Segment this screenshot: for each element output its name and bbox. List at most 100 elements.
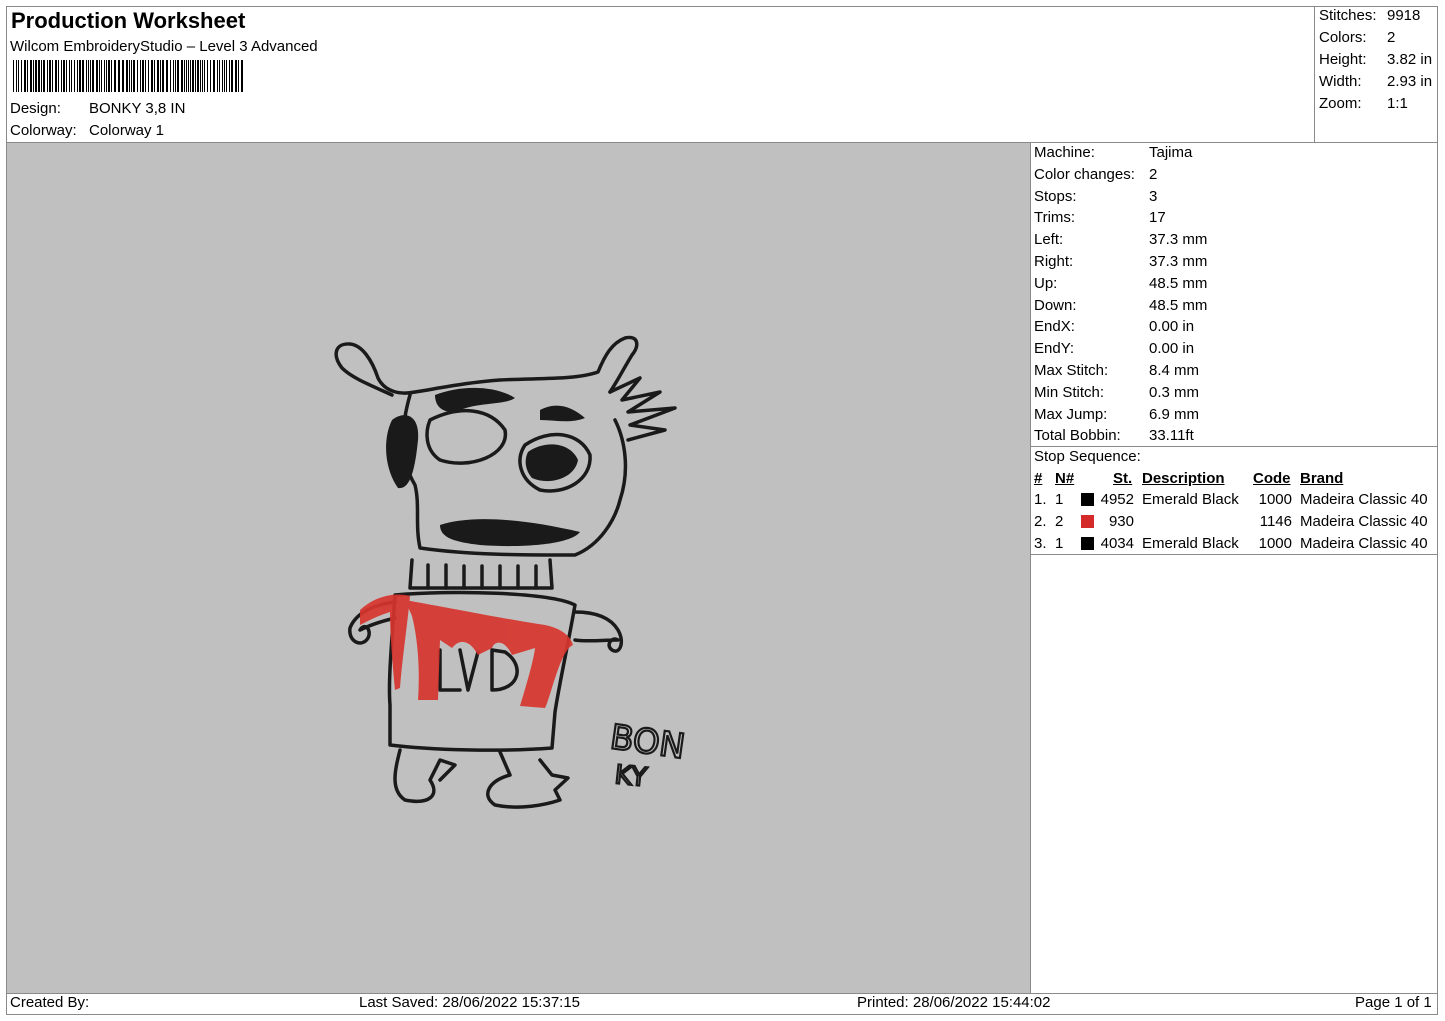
barcode-bar xyxy=(21,60,22,92)
barcode-bar xyxy=(114,60,116,92)
barcode-bar xyxy=(122,60,124,92)
software-name: Wilcom EmbroideryStudio – Level 3 Advanc… xyxy=(10,38,318,55)
barcode-bar xyxy=(151,60,153,92)
barcode-bar xyxy=(217,60,218,92)
last-saved: Last Saved: 28/06/2022 15:37:15 xyxy=(359,994,581,1011)
thread-color-swatch xyxy=(1081,537,1094,550)
stats-divider xyxy=(1314,6,1315,142)
col-header-brand: Brand xyxy=(1300,470,1344,487)
machine-row-value: 37.3 mm xyxy=(1149,253,1208,270)
stitches-value: 9918 xyxy=(1387,7,1421,24)
machine-row-label: EndX: xyxy=(1034,318,1075,336)
barcode-bar xyxy=(77,60,78,92)
barcode-bar xyxy=(229,60,230,92)
barcode-bar xyxy=(13,60,14,92)
barcode-bar xyxy=(82,60,84,92)
barcode-bar xyxy=(33,60,34,92)
sweater-red-fill-center xyxy=(405,600,573,708)
machine-row-value: 17 xyxy=(1149,209,1166,227)
barcode-bar xyxy=(131,60,132,92)
machine-row-label: EndY: xyxy=(1034,340,1075,358)
barcode-bar xyxy=(202,60,203,92)
barcode-bar xyxy=(47,60,48,92)
seq-row-description: Emerald Black xyxy=(1142,535,1239,552)
barcode-bar xyxy=(184,60,185,92)
seq-row-brand: Madeira Classic 40 xyxy=(1300,513,1428,530)
machine-row-label: Min Stitch: xyxy=(1034,383,1105,401)
left-brow-fill xyxy=(435,387,515,412)
barcode-bar xyxy=(197,60,199,92)
barcode-bar xyxy=(69,60,70,92)
col-header-code: Code xyxy=(1253,470,1291,487)
machine-row-value: 0.00 in xyxy=(1149,340,1195,358)
stop-sequence-title: Stop Sequence: xyxy=(1034,448,1141,465)
thread-color-swatch xyxy=(1081,493,1094,506)
canvas-divider xyxy=(1030,143,1031,993)
barcode-bar xyxy=(52,60,53,92)
barcode-bar xyxy=(106,60,107,92)
barcode-bar xyxy=(140,60,141,92)
design-value: BONKY 3,8 IN xyxy=(89,100,186,117)
barcode-bar xyxy=(27,60,28,92)
zoom-value: 1:1 xyxy=(1387,95,1408,112)
seq-row-stitches: 930 xyxy=(1108,513,1134,530)
barcode-bar xyxy=(118,60,120,92)
barcode-bar xyxy=(38,60,40,92)
left-cheek-fill xyxy=(386,415,419,489)
seq-row-stitches: 4034 xyxy=(1100,535,1134,552)
barcode-bar xyxy=(200,60,201,92)
page-number: Page 1 of 1 xyxy=(1355,994,1432,1011)
zoom-label: Zoom: xyxy=(1319,95,1362,112)
barcode-bar xyxy=(61,60,62,92)
barcode-bar xyxy=(108,60,110,92)
thread-color-swatch xyxy=(1081,515,1094,528)
barcode-bar xyxy=(41,60,42,92)
barcode-bar xyxy=(74,60,75,92)
barcode-bar xyxy=(241,60,243,92)
barcode-bar xyxy=(137,60,138,92)
barcode-bar xyxy=(16,60,17,92)
barcode-bar xyxy=(90,60,91,92)
barcode-bar xyxy=(162,60,164,92)
barcode-bar xyxy=(190,60,191,92)
barcode-bar xyxy=(86,60,87,92)
barcode-bar xyxy=(148,60,149,92)
barcode-bar xyxy=(195,60,196,92)
seq-row-brand: Madeira Classic 40 xyxy=(1300,491,1428,508)
barcode-bar xyxy=(35,60,37,92)
barcode-bar xyxy=(142,60,144,92)
seq-row-needle: 1 xyxy=(1055,535,1064,552)
barcode-bar xyxy=(104,60,105,92)
col-header-stitches: St. xyxy=(1113,470,1133,487)
collar-ribs xyxy=(426,563,538,590)
barcode-bar xyxy=(66,60,67,92)
right-arm xyxy=(573,610,624,653)
seq-row-code: 1146 xyxy=(1259,513,1292,530)
design-label: Design: xyxy=(10,100,61,117)
mouth-fill xyxy=(440,519,580,547)
pupil-fill xyxy=(525,444,578,482)
right-leg xyxy=(486,750,570,809)
barcode-bar xyxy=(99,60,100,92)
barcode-bar xyxy=(231,60,233,92)
machine-row-label: Machine: xyxy=(1034,144,1095,161)
machine-row-label: Total Bobbin: xyxy=(1034,427,1121,445)
seq-row-num: 1. xyxy=(1034,491,1047,508)
barcode-bar xyxy=(154,60,155,92)
machine-row-value: 48.5 mm xyxy=(1149,274,1208,292)
barcode-bar xyxy=(71,60,72,92)
printed-date: Printed: 28/06/2022 15:44:02 xyxy=(857,994,1051,1011)
seq-row-needle: 1 xyxy=(1055,491,1064,508)
head-outline xyxy=(334,335,639,397)
left-eye xyxy=(425,408,507,465)
machine-row-value: 8.4 mm xyxy=(1149,362,1200,379)
machine-row-label: Stops: xyxy=(1034,187,1077,205)
machine-row-label: Max Jump: xyxy=(1034,405,1108,423)
height-label: Height: xyxy=(1319,51,1367,68)
barcode-bar xyxy=(133,60,135,92)
machine-row-value: 37.3 mm xyxy=(1149,231,1208,249)
barcode-bar xyxy=(30,60,32,92)
barcode-bar xyxy=(129,60,130,92)
machine-row-label: Left: xyxy=(1034,231,1064,249)
machine-row-value: 3 xyxy=(1149,187,1158,205)
